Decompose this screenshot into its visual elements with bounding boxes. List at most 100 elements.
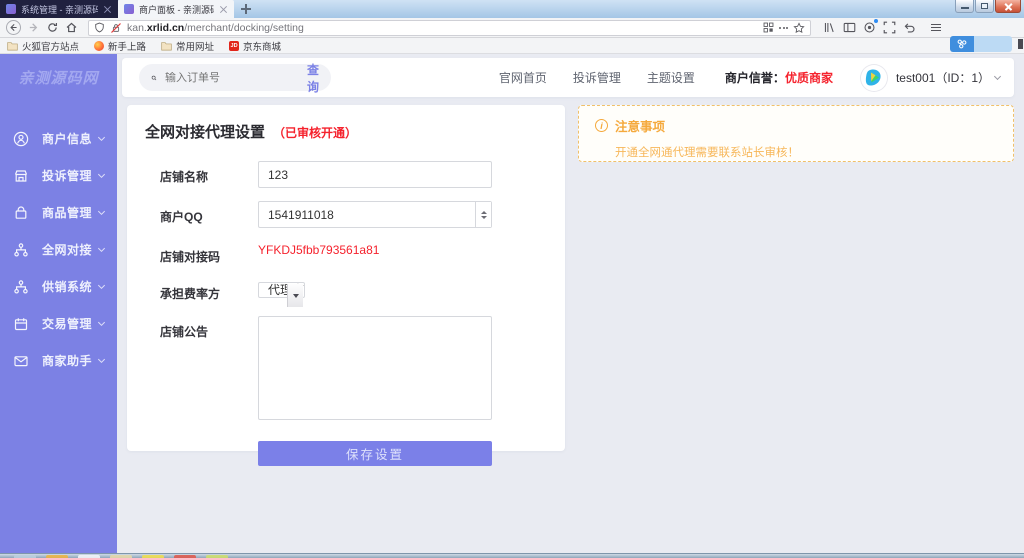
field-label: 店铺名称 [127,161,258,188]
search-submit-button[interactable]: 查询 [307,61,319,95]
reputation-label: 商户信誉：优质商家 [725,69,833,86]
sidebar-toggle-icon[interactable] [843,21,856,34]
tab-close-icon[interactable] [103,5,112,14]
sidebar-item-trades[interactable]: 交易管理 [0,305,117,342]
select-dropdown-icon[interactable] [287,284,303,307]
minimize-button[interactable] [955,0,974,13]
browser-tab-background[interactable]: 系统管理 - 亲测源码网 www.q [0,0,118,18]
field-label: 店铺公告 [127,316,258,425]
folder-icon [7,41,18,51]
form-row-docking-code: 店铺对接码 YFKDJ5fbb793561a81 [127,241,565,265]
sidebar-item-assistant[interactable]: 商家助手 [0,342,117,379]
sidebar-item-complaints[interactable]: 投诉管理 [0,157,117,194]
order-search-input[interactable] [165,72,307,84]
insecure-lock-icon[interactable] [110,22,122,34]
form-row-shop-name: 店铺名称 [127,161,565,188]
calendar-icon [13,316,29,332]
chevron-down-icon [98,133,105,140]
page-actions-icon[interactable] [779,27,788,29]
sidebar-item-products[interactable]: 商品管理 [0,194,117,231]
search-icon [151,72,157,84]
window-titlebar: 系统管理 - 亲测源码网 www.q 商户面板 - 亲测源码网 www.q [0,0,1024,18]
notice-title: 注意事项 [579,106,1013,135]
back-icon[interactable] [6,20,21,35]
url-text: kan.xrlid.cn/merchant/docking/setting [127,22,758,34]
merchant-qq-input[interactable] [258,201,492,228]
new-tab-button[interactable] [240,3,252,15]
user-icon [13,131,29,147]
extension-search-widget[interactable] [950,36,1012,52]
restore-button[interactable] [975,0,994,13]
window-controls [954,0,1021,13]
bag-icon [13,205,29,221]
save-settings-button[interactable]: 保存设置 [258,441,492,466]
chevron-down-icon [98,244,105,251]
tab-close-icon[interactable] [219,5,228,14]
firefox-icon [94,41,104,51]
docking-code-value: YFKDJ5fbb793561a81 [258,236,379,257]
forward-icon[interactable] [27,21,40,34]
notice-card: 注意事项 开通全网通代理需要联系站长审核！ [578,105,1014,162]
sidebar-item-supply[interactable]: 供销系统 [0,268,117,305]
sidebar-item-merchant-info[interactable]: 商户信息 [0,120,117,157]
chevron-down-icon [98,170,105,177]
tab-title: 商户面板 - 亲测源码网 www.q [139,3,214,16]
reputation-value: 优质商家 [785,71,833,85]
order-search[interactable]: 查询 [139,64,331,91]
nav-link-complaints[interactable]: 投诉管理 [573,69,621,86]
fee-bearer-select[interactable]: 代理商 [258,282,305,298]
screenshot-icon[interactable] [883,21,896,34]
field-label: 店铺对接码 [127,241,258,265]
form-row-merchant-qq: 商户QQ [127,201,565,228]
tab-favicon [6,4,16,14]
menu-icon[interactable] [931,24,941,32]
nav-link-theme[interactable]: 主题设置 [647,69,695,86]
nav-link-home[interactable]: 官网首页 [499,69,547,86]
page-content: 亲测源码网 商户信息 投诉管理 商品管理 全网对接 [0,54,1024,553]
info-circle-icon [595,119,608,132]
bookmarks-bar: 火狐官方站点 新手上路 常用网址 JD 京东商城 [0,38,1024,54]
envelope-icon [13,353,29,369]
status-badge: （已审核开通） [273,126,357,140]
sidebar-menu: 商户信息 投诉管理 商品管理 全网对接 供销系统 [0,120,117,379]
widget-input[interactable] [974,36,1012,52]
chevron-down-icon [994,72,1001,79]
tab-title: 系统管理 - 亲测源码网 www.q [21,3,98,16]
windows-taskbar[interactable] [0,553,1024,558]
form-row-fee-bearer: 承担费率方 代理商 [127,278,565,303]
chevron-down-icon [98,318,105,325]
home-icon[interactable] [65,21,78,34]
undo-icon[interactable] [903,21,916,34]
top-navbar: 查询 官网首页 投诉管理 主题设置 商户信誉：优质商家 test001（ID：1… [122,58,1014,97]
bookmark-star-icon[interactable] [793,22,805,34]
chevron-down-icon [98,207,105,214]
site-logo[interactable]: 亲测源码网 [0,67,117,88]
library-icon[interactable] [823,21,836,34]
notice-content: 开通全网通代理需要联系站长审核！ [579,135,1013,160]
bookmark-item[interactable]: JD 京东商城 [229,39,281,53]
tab-favicon [124,4,134,14]
browser-toolbar: kan.xrlid.cn/merchant/docking/setting [0,18,1024,38]
folder-icon [161,41,172,51]
tracking-shield-icon[interactable] [94,22,105,33]
qr-code-icon[interactable] [763,22,774,33]
reload-icon[interactable] [46,21,59,34]
announcement-textarea[interactable] [258,316,492,420]
bookmark-item[interactable]: 火狐官方站点 [7,39,79,53]
sidebar: 亲测源码网 商户信息 投诉管理 商品管理 全网对接 [0,54,117,553]
browser-tab-active[interactable]: 商户面板 - 亲测源码网 www.q [118,0,234,18]
close-button[interactable] [995,0,1021,13]
number-spinner[interactable] [475,202,491,227]
bookmark-item[interactable]: 常用网址 [161,39,214,53]
bookmark-item[interactable]: 新手上路 [94,39,146,53]
user-menu[interactable]: test001（ID：1） [896,69,1000,86]
chevron-down-icon [98,355,105,362]
avatar[interactable] [861,65,887,91]
extension-icon[interactable] [863,21,876,34]
sidebar-item-docking[interactable]: 全网对接 [0,231,117,268]
widget-cluster-icon[interactable] [950,36,974,52]
docking-settings-card: 全网对接代理设置（已审核开通） 店铺名称 商户QQ 店铺对接码 YFKDJ5fb… [127,105,565,451]
shop-name-input[interactable] [258,161,492,188]
field-label: 商户QQ [127,201,258,228]
url-bar[interactable]: kan.xrlid.cn/merchant/docking/setting [88,20,811,36]
